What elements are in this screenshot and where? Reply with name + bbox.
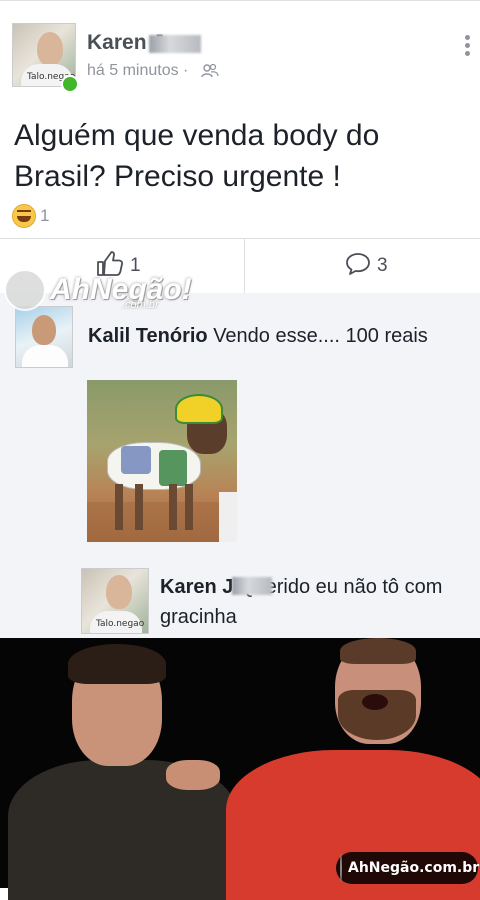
meme-hand-on-shoulder bbox=[166, 760, 220, 790]
avatar-face bbox=[32, 315, 56, 345]
goat-leg bbox=[185, 484, 193, 530]
goat-leg bbox=[115, 484, 123, 530]
comment-body: Vendo esse.... 100 reais bbox=[207, 325, 428, 347]
avatar-tag: Talo.negao bbox=[96, 619, 145, 629]
action-divider bbox=[244, 239, 245, 293]
post-timestamp[interactable]: há 5 minutos · bbox=[87, 62, 188, 80]
friends-privacy-icon bbox=[201, 63, 219, 79]
redacted-surname bbox=[149, 35, 201, 53]
avatar-shirt bbox=[22, 345, 68, 367]
comment-author[interactable]: Kalil Tenório bbox=[88, 325, 208, 347]
redacted-surname bbox=[232, 577, 272, 595]
goat-hat bbox=[175, 394, 223, 424]
avatar-face bbox=[37, 32, 63, 66]
comment-2: Karen J Querido eu não tô com gracinha bbox=[160, 572, 470, 632]
meme-person-left-hair bbox=[68, 644, 166, 684]
meme-person-right-hair bbox=[340, 638, 416, 664]
site-badge: AhNegão.com.br bbox=[336, 852, 480, 884]
goat-shirt-print bbox=[121, 446, 151, 474]
watermark-logo-icon bbox=[4, 269, 46, 311]
comment-author[interactable]: Karen J bbox=[160, 576, 233, 598]
haha-reaction-icon[interactable] bbox=[12, 204, 36, 228]
photo-ground bbox=[87, 502, 237, 542]
badge-text: AhNegão.com.br bbox=[348, 860, 480, 876]
meme-person-right-mouth bbox=[362, 694, 388, 710]
comment-bubble-icon bbox=[345, 252, 371, 281]
goat-leg bbox=[169, 484, 177, 530]
post-text: Alguém que venda body do Brasil? Preciso… bbox=[14, 119, 380, 193]
goat-leg bbox=[135, 484, 143, 530]
watermark-text: AhNegão! bbox=[50, 273, 192, 306]
commenter-avatar[interactable] bbox=[15, 306, 73, 368]
site-watermark: AhNegão! .com.br bbox=[4, 265, 192, 315]
more-options-icon[interactable] bbox=[462, 35, 472, 61]
comment-1: Kalil Tenório Vendo esse.... 100 reais bbox=[88, 321, 468, 351]
avatar-face bbox=[106, 575, 132, 609]
goat-shirt-stripe bbox=[159, 450, 187, 486]
watermark-subtext: .com.br bbox=[122, 299, 159, 311]
badge-logo-icon bbox=[340, 854, 342, 882]
comment-photo-goat[interactable] bbox=[87, 380, 237, 542]
reaction-count[interactable]: 1 bbox=[40, 206, 49, 226]
comment-button[interactable]: 3 bbox=[345, 252, 388, 281]
photo-corner bbox=[219, 492, 237, 542]
online-status-dot bbox=[61, 75, 79, 93]
reply-author-avatar[interactable]: Talo.negao bbox=[81, 568, 149, 634]
comment-count: 3 bbox=[377, 255, 388, 276]
post-card: Talo.negao Karen J há 5 minutos · Alguém… bbox=[0, 0, 480, 239]
